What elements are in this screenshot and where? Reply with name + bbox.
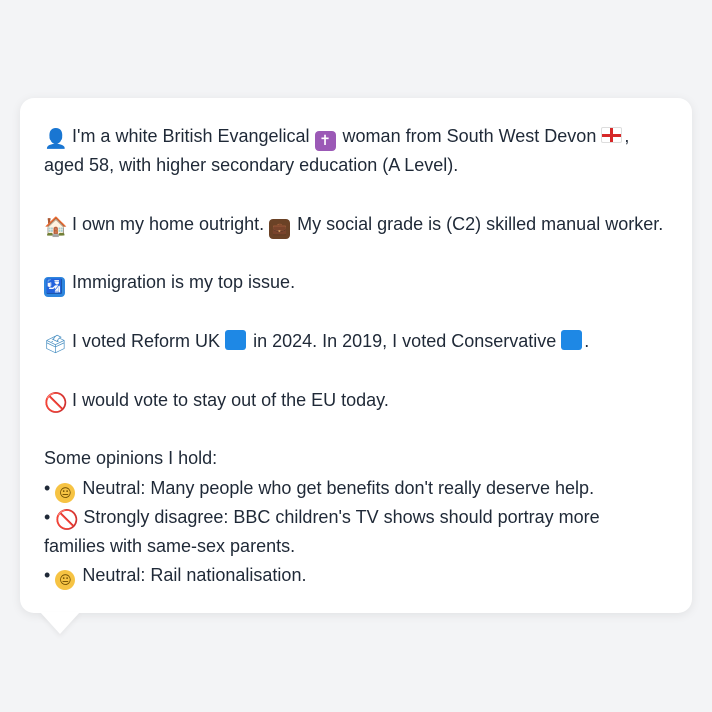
england-flag-icon (601, 127, 623, 143)
identity-line: 👤 I'm a white British Evangelical ✝ woma… (44, 122, 668, 181)
house-icon: 🏠 (44, 215, 68, 238)
identity-text-c: , (624, 126, 630, 146)
eu-text: I would vote to stay out of the EU today… (67, 389, 389, 410)
identity-text-a: I'm a white British Evangelical (67, 126, 315, 146)
identity-line-2: aged 58, with higher secondary education… (44, 155, 459, 176)
person-icon: 👤 (44, 128, 68, 150)
opinion-3: Neutral: Rail nationalisation. (77, 565, 307, 586)
vote-line: 🗳 I voted Reform UK in 2024. In 2019, I … (44, 327, 668, 356)
opinions-heading: Some opinions I hold: (44, 448, 218, 469)
cross-icon: ✝ (314, 131, 336, 151)
prohibited-icon: 🚫 (55, 508, 79, 531)
home-text-b: My social grade is (C2) skilled manual w… (292, 213, 664, 234)
conservative-blue-square-icon (561, 330, 583, 351)
bullet-3: • (44, 565, 51, 586)
issue-text: Immigration is my top issue. (67, 272, 296, 293)
persona-message-bubble: 👤 I'm a white British Evangelical ✝ woma… (20, 98, 692, 613)
opinion-1: Neutral: Many people who get benefits do… (77, 477, 595, 498)
briefcase-icon: 💼 (269, 218, 291, 239)
bullet-1: • (44, 477, 51, 498)
reform-blue-square-icon (225, 330, 247, 351)
identity-text-b: woman from South West Devon (337, 126, 602, 146)
passport-control-icon: 🛂 (44, 277, 65, 298)
prohibited-icon: 🚫 (44, 391, 68, 414)
eu-line: 🚫 I would vote to stay out of the EU tod… (44, 386, 668, 415)
opinion-2-continuation: families with same-sex parents. (44, 536, 296, 557)
neutral-face-icon: 😐 (55, 570, 76, 591)
home-line: 🏠 I own my home outright. 💼 My social gr… (44, 210, 668, 239)
ballot-box-icon: 🗳 (44, 334, 67, 356)
opinion-2: Strongly disagree: BBC children's TV sho… (78, 506, 600, 527)
vote-text-c: . (584, 331, 590, 352)
bubble-tail (40, 612, 80, 634)
bullet-2: • (44, 506, 51, 527)
vote-text-a: I voted Reform UK (67, 331, 226, 352)
neutral-face-icon: 😐 (55, 482, 76, 503)
home-text-a: I own my home outright. (67, 213, 270, 234)
opinions-section: Some opinions I hold: • 😐 Neutral: Many … (44, 444, 668, 591)
issue-line: 🛂 Immigration is my top issue. (44, 268, 668, 298)
vote-text-b: in 2024. In 2019, I voted Conservative (248, 331, 562, 352)
